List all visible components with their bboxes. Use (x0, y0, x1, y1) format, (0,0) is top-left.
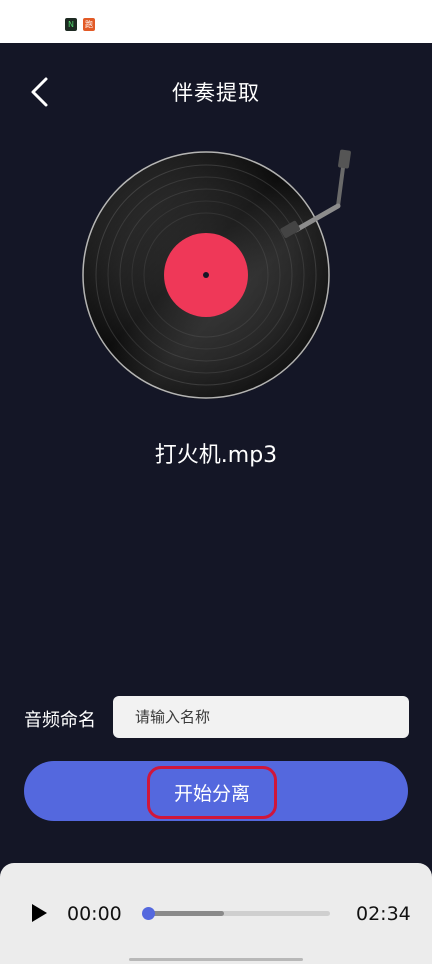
progress-buffered (148, 911, 225, 916)
total-time: 02:34 (356, 903, 411, 925)
audio-name-input[interactable] (113, 696, 409, 738)
vinyl-record-graphic (82, 149, 351, 399)
page-title: 伴奏提取 (172, 81, 260, 105)
status-bar: N 跑 (0, 0, 432, 43)
play-button[interactable] (26, 900, 52, 926)
audio-player: 00:00 02:34 (0, 863, 432, 964)
accompaniment-extract-screen: 伴奏提取 打火机.mp3 音频命名 请输入名称 开始分离 00:00 02:34 (0, 43, 432, 964)
notes-app-icon: N (65, 18, 77, 31)
vinyl-record (78, 146, 358, 406)
progress-thumb[interactable] (142, 907, 155, 920)
file-name: 打火机.mp3 (154, 443, 278, 468)
audio-name-row: 音频命名 (24, 696, 410, 739)
start-separation-button[interactable]: 开始分离 (24, 761, 408, 821)
reminder-app-icon: 跑 (83, 18, 95, 31)
audio-name-label: 音频命名 (24, 710, 96, 731)
progress-slider[interactable] (142, 907, 330, 920)
home-indicator (129, 958, 303, 961)
header: 伴奏提取 (0, 43, 432, 139)
start-separation-label: 开始分离 (146, 765, 277, 819)
play-icon (32, 904, 47, 922)
current-time: 00:00 (67, 903, 122, 925)
